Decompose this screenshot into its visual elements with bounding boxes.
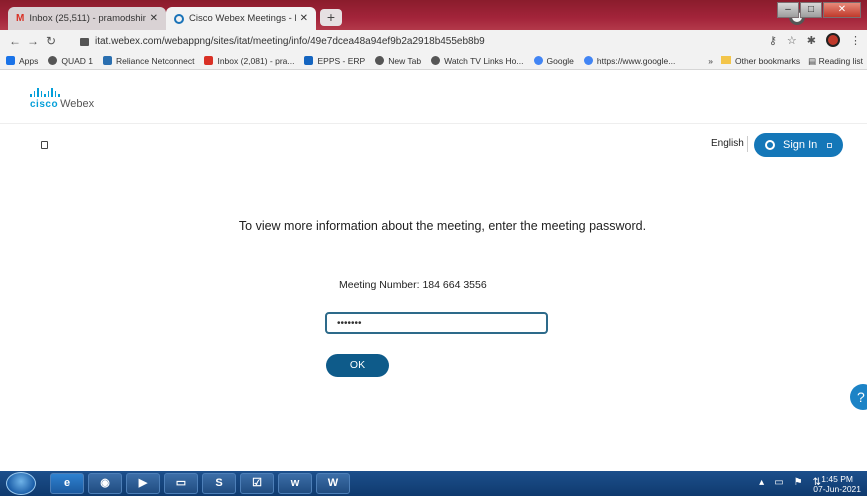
- checkbox-app-icon[interactable]: ☑: [240, 473, 274, 494]
- folder-icon: [720, 56, 731, 64]
- windows-taskbar: e ◉ ▶ ▭ S ☑ w W ▴ ▭ ⚑ ⇅ 1:45 PM 07-Jun-2…: [0, 471, 867, 496]
- address-bar[interactable]: itat.webex.com/webappng/sites/itat/meeti…: [80, 32, 780, 50]
- bookmark-label: https://www.google...: [596, 55, 676, 66]
- bookmark-epps-erp[interactable]: EPPS - ERP: [304, 56, 365, 66]
- bookmark-gmail-inbox[interactable]: Inbox (2,081) - pra...: [204, 56, 294, 66]
- language-selector[interactable]: English: [711, 138, 744, 149]
- bookmark-google-url[interactable]: https://www.google...: [583, 55, 676, 66]
- password-prompt: To view more information about the meeti…: [0, 219, 867, 233]
- flag-icon[interactable]: ⚑: [794, 477, 803, 488]
- webex-app-icon[interactable]: w: [278, 473, 312, 494]
- chevron-down-icon: [827, 142, 833, 148]
- media-player-icon[interactable]: ▶: [126, 473, 160, 494]
- gmail-icon: M: [16, 13, 25, 24]
- cisco-webex-logo[interactable]: cisco Webex: [30, 88, 94, 110]
- tab-close-icon[interactable]: ✕: [150, 13, 158, 24]
- menu-icon[interactable]: [41, 141, 48, 149]
- bookmark-quad1[interactable]: QUAD 1: [48, 56, 93, 66]
- tab-label: Cisco Webex Meetings - Meeting: [189, 13, 296, 24]
- clock[interactable]: 1:45 PM 07-Jun-2021: [813, 474, 861, 494]
- extensions-icon[interactable]: ✱: [807, 34, 816, 47]
- bookmark-label: EPPS - ERP: [317, 55, 366, 66]
- apps-grid-icon: [6, 56, 15, 65]
- bookmark-label: Inbox (2,081) - pra...: [217, 55, 295, 66]
- logo-cisco-text: cisco: [30, 99, 59, 110]
- tray-arrow-icon[interactable]: ▴: [759, 477, 764, 488]
- webex-page: cisco Webex English Sign In To view more …: [0, 71, 867, 471]
- maximize-button[interactable]: □: [800, 2, 822, 18]
- forward-arrow-icon[interactable]: →: [24, 34, 42, 48]
- sign-in-button[interactable]: Sign In: [754, 133, 843, 157]
- prompt-text: To view more information about the meeti…: [238, 219, 647, 233]
- bookmark-label: New Tab: [388, 55, 422, 66]
- bookmark-watch-tv[interactable]: Watch TV Links Ho...: [431, 55, 524, 66]
- reading-list-icon: ▤: [808, 55, 819, 66]
- bookmark-google[interactable]: Google: [533, 55, 574, 66]
- reading-list-label: Reading list: [818, 55, 863, 66]
- bookmarks-bar: Apps QUAD 1 Reliance Netconnect Inbox (2…: [0, 52, 867, 70]
- tab-webex-meeting[interactable]: Cisco Webex Meetings - Meeting ✕: [166, 7, 316, 30]
- header-divider: [0, 123, 867, 124]
- meeting-password-input[interactable]: [325, 312, 548, 334]
- clock-date: 07-Jun-2021: [813, 484, 861, 494]
- help-button[interactable]: ?: [850, 384, 867, 410]
- logo-webex-text: Webex: [60, 98, 95, 110]
- other-bookmarks[interactable]: Other bookmarks: [720, 56, 801, 66]
- sign-in-label: Sign In: [783, 139, 818, 151]
- signin-icon: [765, 140, 775, 150]
- google-g-icon: [583, 56, 593, 65]
- bookmark-label: Apps: [19, 55, 39, 66]
- bookmark-label: Watch TV Links Ho...: [444, 55, 524, 66]
- edge-e-icon: [304, 56, 314, 65]
- browser-tab-strip: M Inbox (25,511) - pramodshingte@ ✕ Cisc…: [0, 0, 867, 30]
- close-window-button[interactable]: ✕: [823, 2, 861, 18]
- ok-button[interactable]: OK: [326, 354, 389, 377]
- bookmarks-overflow-button[interactable]: »: [708, 56, 713, 66]
- webex-icon: [174, 13, 184, 24]
- system-tray: ▴ ▭ ⚑ ⇅: [759, 477, 821, 488]
- internet-explorer-icon[interactable]: e: [50, 473, 84, 494]
- chrome-icon[interactable]: ◉: [88, 473, 122, 494]
- bookmark-new-tab[interactable]: New Tab: [375, 56, 421, 66]
- new-tab-button[interactable]: +: [320, 9, 342, 26]
- globe-icon: [431, 56, 441, 65]
- file-explorer-icon[interactable]: ▭: [164, 473, 198, 494]
- bookmark-label: QUAD 1: [61, 55, 94, 66]
- tab-gmail-inbox[interactable]: M Inbox (25,511) - pramodshingte@ ✕: [8, 7, 166, 30]
- divider: [747, 136, 748, 152]
- browser-toolbar: ← → ↻ itat.webex.com/webappng/sites/itat…: [0, 30, 867, 52]
- reliance-icon: [103, 56, 113, 65]
- display-icon[interactable]: ▭: [774, 477, 783, 488]
- google-g-icon: [533, 56, 543, 65]
- gmail-icon: [204, 56, 214, 65]
- globe-icon: [48, 56, 58, 65]
- bookmark-reliance[interactable]: Reliance Netconnect: [103, 56, 194, 66]
- word-icon[interactable]: W: [316, 473, 350, 494]
- other-bookmarks-label: Other bookmarks: [734, 56, 801, 66]
- star-icon[interactable]: ☆: [787, 34, 797, 47]
- key-icon[interactable]: ⚷: [769, 34, 777, 47]
- window-controls: – □ ✕: [777, 2, 861, 18]
- minimize-button[interactable]: –: [777, 2, 799, 18]
- tab-close-icon[interactable]: ✕: [300, 13, 308, 24]
- back-arrow-icon[interactable]: ←: [6, 34, 24, 48]
- tab-label: Inbox (25,511) - pramodshingte@: [29, 13, 146, 24]
- start-button[interactable]: [6, 472, 36, 495]
- reading-list[interactable]: ▤ Reading list: [808, 56, 863, 67]
- meeting-number: Meeting Number: 184 664 3556: [339, 279, 487, 291]
- bookmark-label: Reliance Netconnect: [116, 55, 195, 66]
- globe-icon: [375, 56, 385, 65]
- menu-dots-icon[interactable]: ⋮: [850, 34, 861, 47]
- bookmark-apps[interactable]: Apps: [6, 56, 38, 66]
- url-text: itat.webex.com/webappng/sites/itat/meeti…: [95, 35, 485, 47]
- skype-icon[interactable]: S: [202, 473, 236, 494]
- lock-icon: [80, 38, 89, 46]
- cisco-bars-icon: [30, 88, 94, 97]
- reload-icon[interactable]: ↻: [42, 34, 60, 48]
- avatar[interactable]: [826, 33, 840, 47]
- bookmark-label: Google: [546, 55, 574, 66]
- clock-time: 1:45 PM: [821, 474, 853, 484]
